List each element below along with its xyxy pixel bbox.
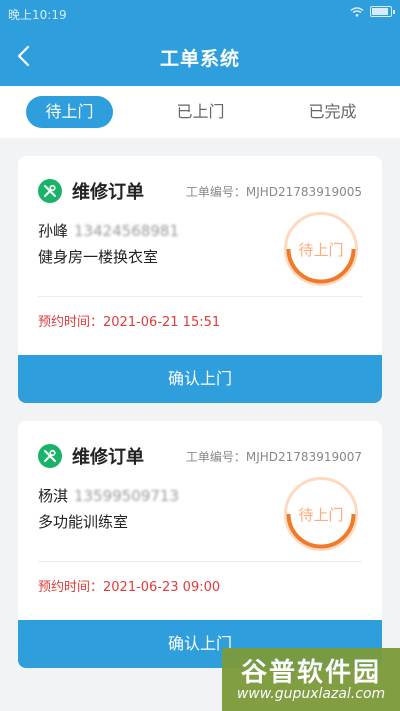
order-number: 工单编号：MJHD21783919005 — [185, 185, 362, 199]
contact-name: 杨淇 — [38, 487, 69, 505]
watermark-url: www.gupuxlazal.com — [236, 686, 386, 702]
stamp-arc — [286, 513, 356, 549]
status-stamp: 待上门 — [284, 212, 358, 286]
order-location: 多功能训练室 — [38, 513, 129, 531]
divider — [38, 296, 362, 297]
tab-bar: 待上门 已上门 已完成 — [0, 86, 400, 138]
order-contact: 孙峰 13424568981 — [38, 220, 179, 241]
divider — [38, 561, 362, 562]
order-card: 维修订单 工单编号：MJHD21783919005 孙峰 13424568981 … — [18, 156, 382, 403]
status-time: 晚上10:19 — [8, 8, 67, 22]
battery-icon — [370, 6, 395, 17]
wrench-icon — [38, 444, 62, 468]
order-type: 维修订单 — [72, 182, 144, 203]
order-type: 维修订单 — [72, 447, 144, 468]
wifi-icon — [350, 6, 364, 17]
confirm-visit-button[interactable]: 确认上门 — [18, 355, 382, 403]
status-icons — [350, 6, 395, 17]
page-title: 工单系统 — [159, 48, 240, 70]
watermark-title: 谷普软件园 — [240, 658, 381, 688]
app-header: 晚上10:19 工单系统 — [0, 0, 400, 86]
status-stamp: 待上门 — [284, 477, 358, 551]
order-card-header: 维修订单 — [38, 443, 144, 469]
appointment-time: 预约时间：2021-06-21 15:51 — [38, 315, 221, 330]
wrench-icon — [38, 179, 62, 203]
tab-pending-visit[interactable]: 待上门 — [26, 96, 113, 128]
contact-name: 孙峰 — [38, 222, 69, 240]
contact-phone[interactable]: 13599509713 — [74, 487, 179, 505]
tab-completed[interactable]: 已完成 — [289, 96, 376, 128]
order-contact: 杨淇 13599509713 — [38, 485, 179, 506]
order-card-header: 维修订单 — [38, 178, 144, 204]
stamp-arc — [286, 248, 356, 284]
order-number: 工单编号：MJHD21783919007 — [185, 450, 362, 464]
appointment-time: 预约时间：2021-06-23 09:00 — [38, 580, 221, 595]
watermark-overlay: 谷普软件园 www.gupuxlazal.com — [222, 648, 400, 711]
status-bar: 晚上10:19 — [0, 0, 400, 28]
contact-phone[interactable]: 13424568981 — [74, 222, 179, 240]
order-location: 健身房一楼换衣室 — [38, 248, 159, 266]
tab-visited[interactable]: 已上门 — [157, 96, 244, 128]
order-card: 维修订单 工单编号：MJHD21783919007 杨淇 13599509713 … — [18, 421, 382, 668]
